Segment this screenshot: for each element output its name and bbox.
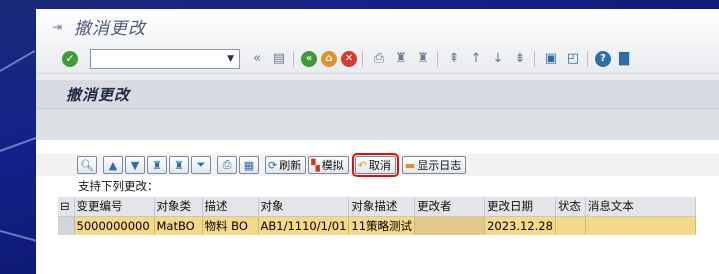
column-header-changed-by[interactable]: 更改者	[414, 197, 486, 217]
cell-status	[555, 216, 586, 235]
toolbar-separator	[437, 50, 438, 67]
sort-ascending-icon: ▲	[108, 158, 118, 172]
command-field[interactable]: ▼	[90, 48, 240, 69]
simulate-icon: ▚	[311, 158, 320, 172]
save-icon[interactable]: ▤	[270, 51, 288, 67]
chevron-down-icon[interactable]: ▼	[227, 54, 234, 64]
last-page-icon[interactable]: ⇟	[511, 51, 529, 67]
alv-toolbar: 🔍︎ ▲ ▼ ♜ ♜ ⏷ ⎙ ▦ ⟳ 刷新 ▚ 模拟 ↶ 取消 ▬ 显示日志	[36, 153, 719, 177]
next-page-icon[interactable]: ↓	[489, 51, 507, 67]
cancel-label: 取消	[368, 159, 391, 172]
column-header-object-description[interactable]: 对象描述	[348, 197, 416, 217]
toolbar-separator	[293, 50, 294, 67]
cell-change-no: 5000000000	[74, 216, 155, 235]
cell-change-date: 2023.12.28	[484, 216, 556, 235]
system-toolbar: ✓ ▼ « ▤ « ⌂ ✕ ⎙ ♜ ♜ ⇞ ↑ ↓ ⇟ ▣ ◰ ? ▇	[36, 44, 719, 74]
new-session-icon[interactable]: ▣	[542, 51, 560, 67]
column-header-description[interactable]: 描述	[202, 197, 259, 217]
list-header-text: 支持下列更改：	[78, 179, 159, 193]
refresh-icon: ⟳	[268, 158, 278, 172]
first-page-icon[interactable]: ⇞	[445, 51, 463, 67]
magnifier-icon: 🔍︎	[80, 158, 94, 172]
filter-icon: ⏷	[196, 158, 206, 171]
select-all-cell[interactable]: ⊟	[58, 197, 75, 217]
print-icon[interactable]: ⎙	[370, 51, 388, 67]
background-streak	[0, 50, 36, 72]
column-header-change-date[interactable]: 更改日期	[484, 197, 556, 217]
cell-object: AB1/1110/1/01	[258, 216, 350, 235]
app-title-bar: 撤消更改	[36, 74, 719, 108]
cell-description: 物料 BO	[202, 216, 259, 235]
binoculars-icon: ♜	[152, 158, 162, 172]
toolbar-separator	[534, 50, 535, 67]
show-log-button[interactable]: ▬ 显示日志	[401, 156, 467, 174]
find-button[interactable]: ♜	[147, 156, 167, 174]
toolbar-separator	[362, 50, 363, 67]
background-streak	[0, 230, 39, 243]
previous-page-icon[interactable]: ↑	[467, 51, 485, 67]
help-icon[interactable]: ?	[595, 50, 611, 67]
find-next-icon[interactable]: ♜	[414, 51, 432, 67]
layout-icon: ▦	[243, 158, 255, 172]
layout-button[interactable]: ▦	[239, 156, 259, 174]
column-header-change-no[interactable]: 变更编号	[74, 197, 155, 217]
app-title: 撤消更改	[66, 85, 131, 104]
table-row[interactable]: 5000000000 MatBO 物料 BO AB1/1110/1/01 11策…	[58, 216, 696, 235]
find-next-button[interactable]: ♜	[169, 156, 189, 174]
sort-ascending-button[interactable]: ▲	[103, 156, 123, 174]
toolbar-separator	[587, 50, 588, 67]
find-icon[interactable]: ♜	[392, 51, 410, 67]
title-bar: ⇥ 撤消更改	[36, 9, 719, 44]
print-button[interactable]: ⎙	[217, 156, 237, 174]
column-header-status[interactable]: 状态	[555, 197, 586, 217]
enter-icon[interactable]: ✓	[62, 50, 78, 67]
background-streak	[0, 136, 38, 152]
cell-object-class: MatBO	[154, 216, 203, 235]
undo-icon: ↶	[357, 158, 367, 172]
layout-menu-icon[interactable]: ▇	[615, 51, 633, 67]
changes-table: ⊟ 变更编号 对象类 描述 对象 对象描述 更改者 更改日期 状态 消息文本 5…	[58, 197, 696, 235]
back-icon[interactable]: «	[301, 50, 317, 67]
details-button[interactable]: 🔍︎	[77, 156, 97, 174]
show-log-label: 显示日志	[417, 159, 462, 172]
table-header-row: ⊟ 变更编号 对象类 描述 对象 对象描述 更改者 更改日期 状态 消息文本	[58, 197, 696, 217]
column-header-object-class[interactable]: 对象类	[154, 197, 203, 217]
cancel-button[interactable]: ↶ 取消	[351, 153, 399, 177]
exit-icon[interactable]: ⌂	[321, 50, 337, 67]
row-selector[interactable]	[58, 216, 75, 235]
column-header-object[interactable]: 对象	[258, 197, 350, 217]
filter-button[interactable]: ⏷	[191, 156, 211, 174]
cell-changed-by	[414, 216, 486, 235]
sap-window: ⇥ 撤消更改 ✓ ▼ « ▤ « ⌂ ✕ ⎙ ♜ ♜ ⇞ ↑ ↓ ⇟ ▣ ◰ ?…	[36, 9, 719, 274]
collapse-icon[interactable]: «	[248, 51, 266, 67]
sort-descending-icon: ▼	[130, 158, 140, 172]
cell-object-description: 11策略测试	[348, 216, 416, 235]
refresh-button[interactable]: ⟳ 刷新	[265, 156, 307, 174]
column-header-message-text[interactable]: 消息文本	[585, 197, 696, 217]
exit-transaction-icon[interactable]: ⇥	[52, 20, 66, 34]
print-icon: ⎙	[222, 158, 232, 171]
simulate-button[interactable]: ▚ 模拟	[308, 156, 349, 174]
window-title: 撤消更改	[74, 19, 146, 39]
refresh-label: 刷新	[279, 159, 302, 172]
binoculars-next-icon: ♜	[174, 158, 184, 172]
application-toolbar	[36, 108, 719, 140]
log-icon: ▬	[404, 158, 416, 172]
sort-descending-button[interactable]: ▼	[125, 156, 145, 174]
cell-message-text	[585, 216, 696, 235]
shortcut-icon[interactable]: ◰	[564, 51, 582, 67]
cancel-icon[interactable]: ✕	[341, 50, 357, 67]
simulate-label: 模拟	[321, 159, 344, 172]
